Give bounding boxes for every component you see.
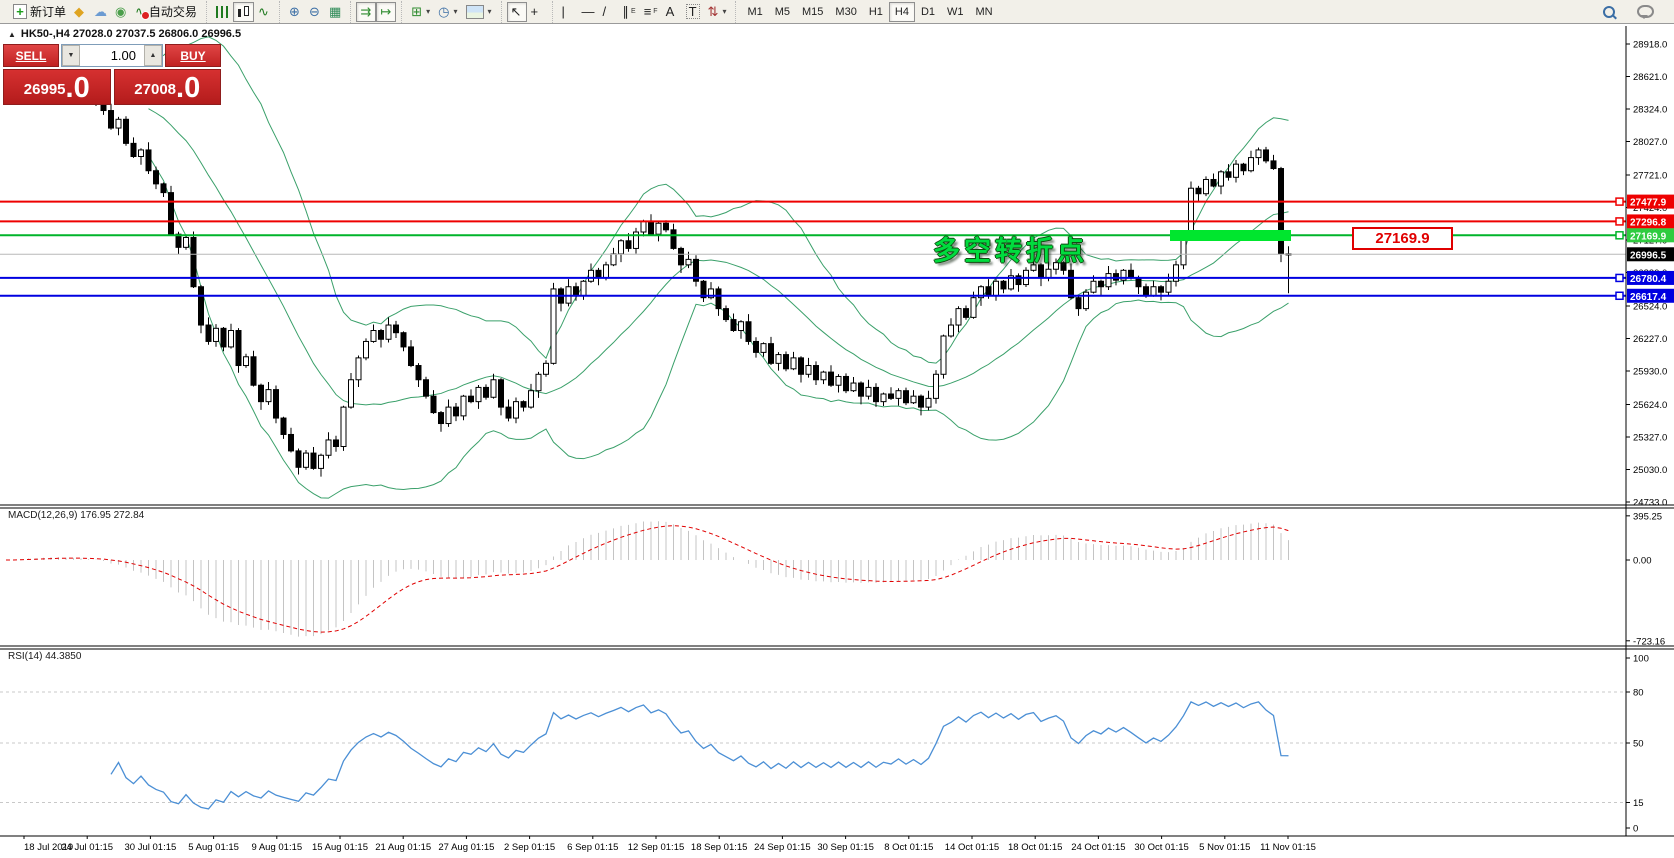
- rsi-label: RSI(14) 44.3850: [8, 651, 81, 662]
- macd-label: MACD(12,26,9) 176.95 272.84: [8, 510, 144, 521]
- one-click-trading-panel: SELL ▼ ▲ BUY 26995 .0 27008 .0: [3, 44, 221, 105]
- candles-layer: [4, 76, 1292, 476]
- sell-price-display[interactable]: 26995 .0: [3, 69, 111, 105]
- svg-text:80: 80: [1633, 688, 1644, 699]
- svg-text:6 Sep 01:15: 6 Sep 01:15: [567, 842, 618, 853]
- time-axis: 18 Jul 201924 Jul 01:1530 Jul 01:155 Aug…: [24, 836, 1316, 853]
- symbol-header: ▲ HK50-,H4 27028.0 27037.5 26806.0 26996…: [8, 28, 241, 40]
- svg-text:27296.8: 27296.8: [1630, 217, 1667, 228]
- highlight-trend-segment[interactable]: [1170, 230, 1291, 241]
- svg-text:25327.0: 25327.0: [1633, 432, 1667, 443]
- sell-price-main: 26995: [24, 77, 66, 103]
- svg-text:27721.0: 27721.0: [1633, 170, 1667, 181]
- svg-text:28621.0: 28621.0: [1633, 72, 1667, 83]
- svg-text:28918.0: 28918.0: [1633, 40, 1667, 51]
- buy-price-main: 27008: [134, 77, 176, 103]
- svg-text:15: 15: [1633, 798, 1644, 809]
- svg-text:30 Sep 01:15: 30 Sep 01:15: [817, 842, 874, 853]
- svg-text:25930.0: 25930.0: [1633, 367, 1667, 378]
- svg-text:24 Jul 01:15: 24 Jul 01:15: [61, 842, 113, 853]
- price-callout-box[interactable]: 27169.9: [1352, 227, 1453, 250]
- svg-text:27 Aug 01:15: 27 Aug 01:15: [438, 842, 494, 853]
- svg-text:0.00: 0.00: [1633, 556, 1652, 567]
- rsi-line: [111, 702, 1289, 809]
- macd-signal-line: [6, 526, 1289, 632]
- svg-text:30 Jul 01:15: 30 Jul 01:15: [125, 842, 177, 853]
- svg-text:8 Oct 01:15: 8 Oct 01:15: [884, 842, 933, 853]
- svg-text:21 Aug 01:15: 21 Aug 01:15: [375, 842, 431, 853]
- price-axis: 28918.028621.028324.028027.027721.027424…: [1626, 40, 1667, 835]
- volume-stepper: ▼ ▲: [61, 44, 163, 67]
- sell-button[interactable]: SELL: [3, 44, 59, 67]
- svg-text:26227.0: 26227.0: [1633, 334, 1667, 345]
- svg-text:26996.5: 26996.5: [1630, 250, 1667, 261]
- svg-text:5 Aug 01:15: 5 Aug 01:15: [188, 842, 239, 853]
- sell-price-frac: .0: [66, 73, 90, 103]
- svg-text:27169.9: 27169.9: [1630, 231, 1667, 242]
- volume-decrease-button[interactable]: ▼: [62, 45, 80, 66]
- svg-text:5 Nov 01:15: 5 Nov 01:15: [1199, 842, 1250, 853]
- svg-text:27477.9: 27477.9: [1630, 198, 1667, 209]
- terminal-window: +新订单◆☁◉∿自动交易∿⊕⊖▦⇉↦⊞▾◷▾▾↖+|—/∥E≡FAT⇅▾M1M5…: [0, 0, 1674, 858]
- volume-increase-button[interactable]: ▲: [144, 45, 162, 66]
- volume-input[interactable]: [80, 45, 144, 66]
- symbol-ohlc-text: HK50-,H4 27028.0 27037.5 26806.0 26996.5: [21, 28, 241, 40]
- chart-canvas[interactable]: 28918.028621.028324.028027.027721.027424…: [0, 0, 1674, 858]
- svg-text:2 Sep 01:15: 2 Sep 01:15: [504, 842, 555, 853]
- svg-text:12 Sep 01:15: 12 Sep 01:15: [628, 842, 685, 853]
- buy-price-frac: .0: [176, 73, 200, 103]
- buy-price-display[interactable]: 27008 .0: [114, 69, 222, 105]
- svg-text:26524.0: 26524.0: [1633, 301, 1667, 312]
- svg-text:9 Aug 01:15: 9 Aug 01:15: [251, 842, 302, 853]
- svg-text:26617.4: 26617.4: [1630, 292, 1667, 303]
- svg-text:25624.0: 25624.0: [1633, 400, 1667, 411]
- svg-text:18 Oct 01:15: 18 Oct 01:15: [1008, 842, 1062, 853]
- svg-text:100: 100: [1633, 654, 1649, 665]
- svg-text:18 Sep 01:15: 18 Sep 01:15: [691, 842, 748, 853]
- svg-text:30 Oct 01:15: 30 Oct 01:15: [1134, 842, 1188, 853]
- macd-histogram: [6, 521, 1289, 636]
- buy-button[interactable]: BUY: [165, 44, 221, 67]
- svg-text:11 Nov 01:15: 11 Nov 01:15: [1260, 842, 1316, 853]
- svg-text:0: 0: [1633, 824, 1638, 835]
- one-click-collapse-arrow[interactable]: ▲: [8, 30, 16, 39]
- bollinger-band-line: [149, 109, 1289, 405]
- svg-text:28324.0: 28324.0: [1633, 105, 1667, 116]
- bollinger-band-line: [149, 155, 1289, 498]
- svg-text:-723.16: -723.16: [1633, 636, 1665, 647]
- svg-text:50: 50: [1633, 739, 1644, 750]
- svg-text:15 Aug 01:15: 15 Aug 01:15: [312, 842, 368, 853]
- svg-text:24733.0: 24733.0: [1633, 497, 1667, 508]
- svg-text:24 Sep 01:15: 24 Sep 01:15: [754, 842, 811, 853]
- svg-text:24 Oct 01:15: 24 Oct 01:15: [1071, 842, 1125, 853]
- turning-point-annotation[interactable]: 多空转折点: [933, 229, 1088, 268]
- svg-text:395.25: 395.25: [1633, 511, 1662, 522]
- svg-text:26780.4: 26780.4: [1630, 274, 1667, 285]
- svg-text:14 Oct 01:15: 14 Oct 01:15: [945, 842, 999, 853]
- svg-text:25030.0: 25030.0: [1633, 465, 1667, 476]
- svg-text:28027.0: 28027.0: [1633, 137, 1667, 148]
